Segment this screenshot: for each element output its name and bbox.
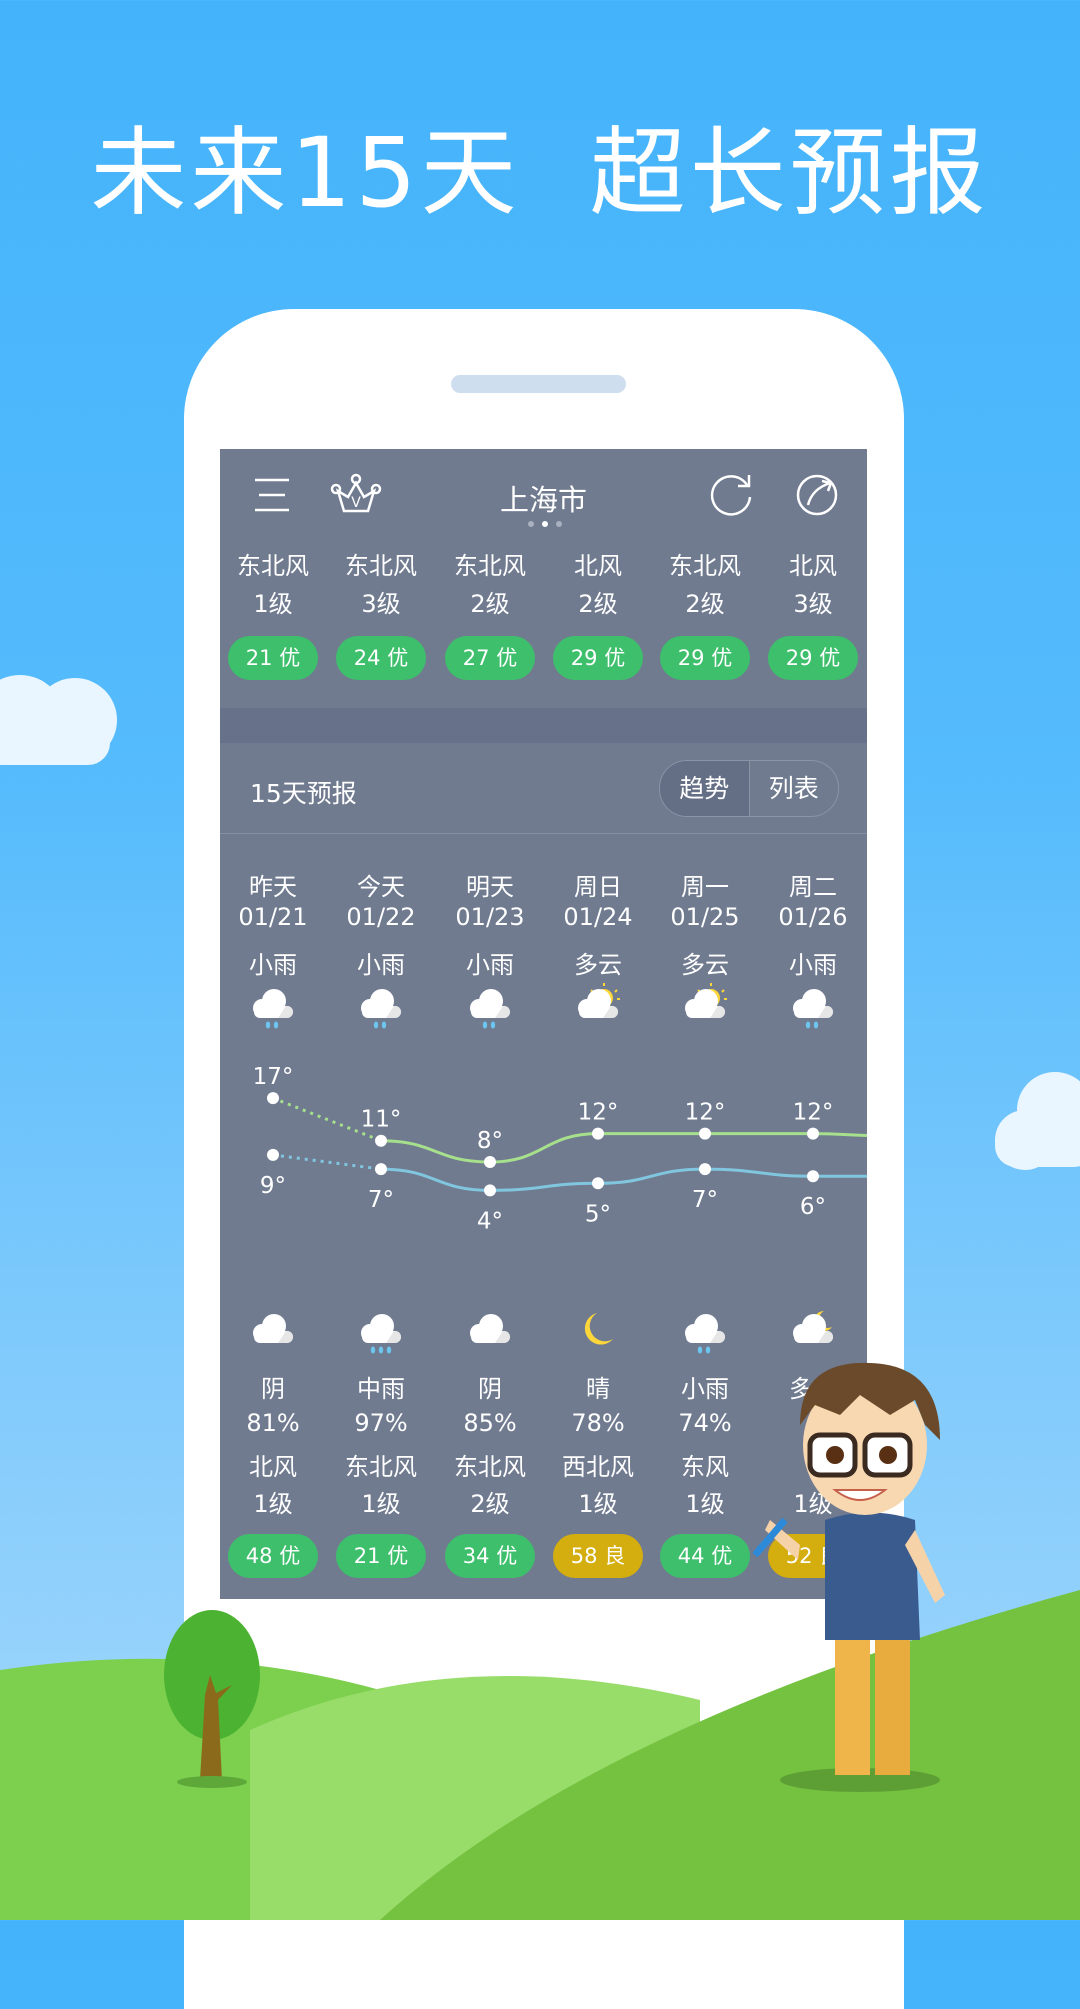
low-temp-label: 7° (692, 1187, 718, 1213)
low-temp-point (592, 1177, 604, 1190)
high-temp-label: 11° (361, 1107, 402, 1133)
low-temp-label: 7° (368, 1187, 394, 1213)
high-temp-point (592, 1127, 604, 1140)
low-temp-label: 4° (477, 1208, 503, 1234)
low-temp-label: 6° (800, 1194, 826, 1220)
high-temp-label: 8° (477, 1128, 503, 1154)
high-temp-point (699, 1127, 711, 1140)
low-temp-point (807, 1170, 819, 1183)
high-temp-point (807, 1127, 819, 1140)
low-temp-point (375, 1163, 387, 1176)
low-temp-point (699, 1163, 711, 1176)
high-temp-point (375, 1134, 387, 1147)
high-temp-line (380, 1132, 867, 1164)
high-temp-label: 12° (793, 1100, 834, 1126)
high-temp-point (484, 1156, 496, 1168)
low-temp-point (484, 1184, 496, 1197)
headline: 未来15天 超长预报 (90, 117, 990, 229)
low-temp-point (267, 1148, 279, 1161)
high-temp-label: 12° (685, 1100, 726, 1126)
cloud-decoration (995, 1072, 1080, 1170)
high-temp-point (267, 1092, 279, 1105)
cartoon-character (752, 1362, 945, 1792)
low-temp-line (380, 1167, 867, 1192)
high-temp-label: 17° (253, 1064, 294, 1090)
high-temp-label: 12° (578, 1100, 619, 1126)
cloud-decoration (0, 675, 117, 765)
low-temp-label: 9° (260, 1173, 286, 1199)
low-temp-label: 5° (585, 1201, 611, 1227)
tree-decoration (164, 1610, 260, 1788)
phone-speaker (451, 375, 626, 393)
low-temp-line-past-segment (272, 1153, 382, 1171)
